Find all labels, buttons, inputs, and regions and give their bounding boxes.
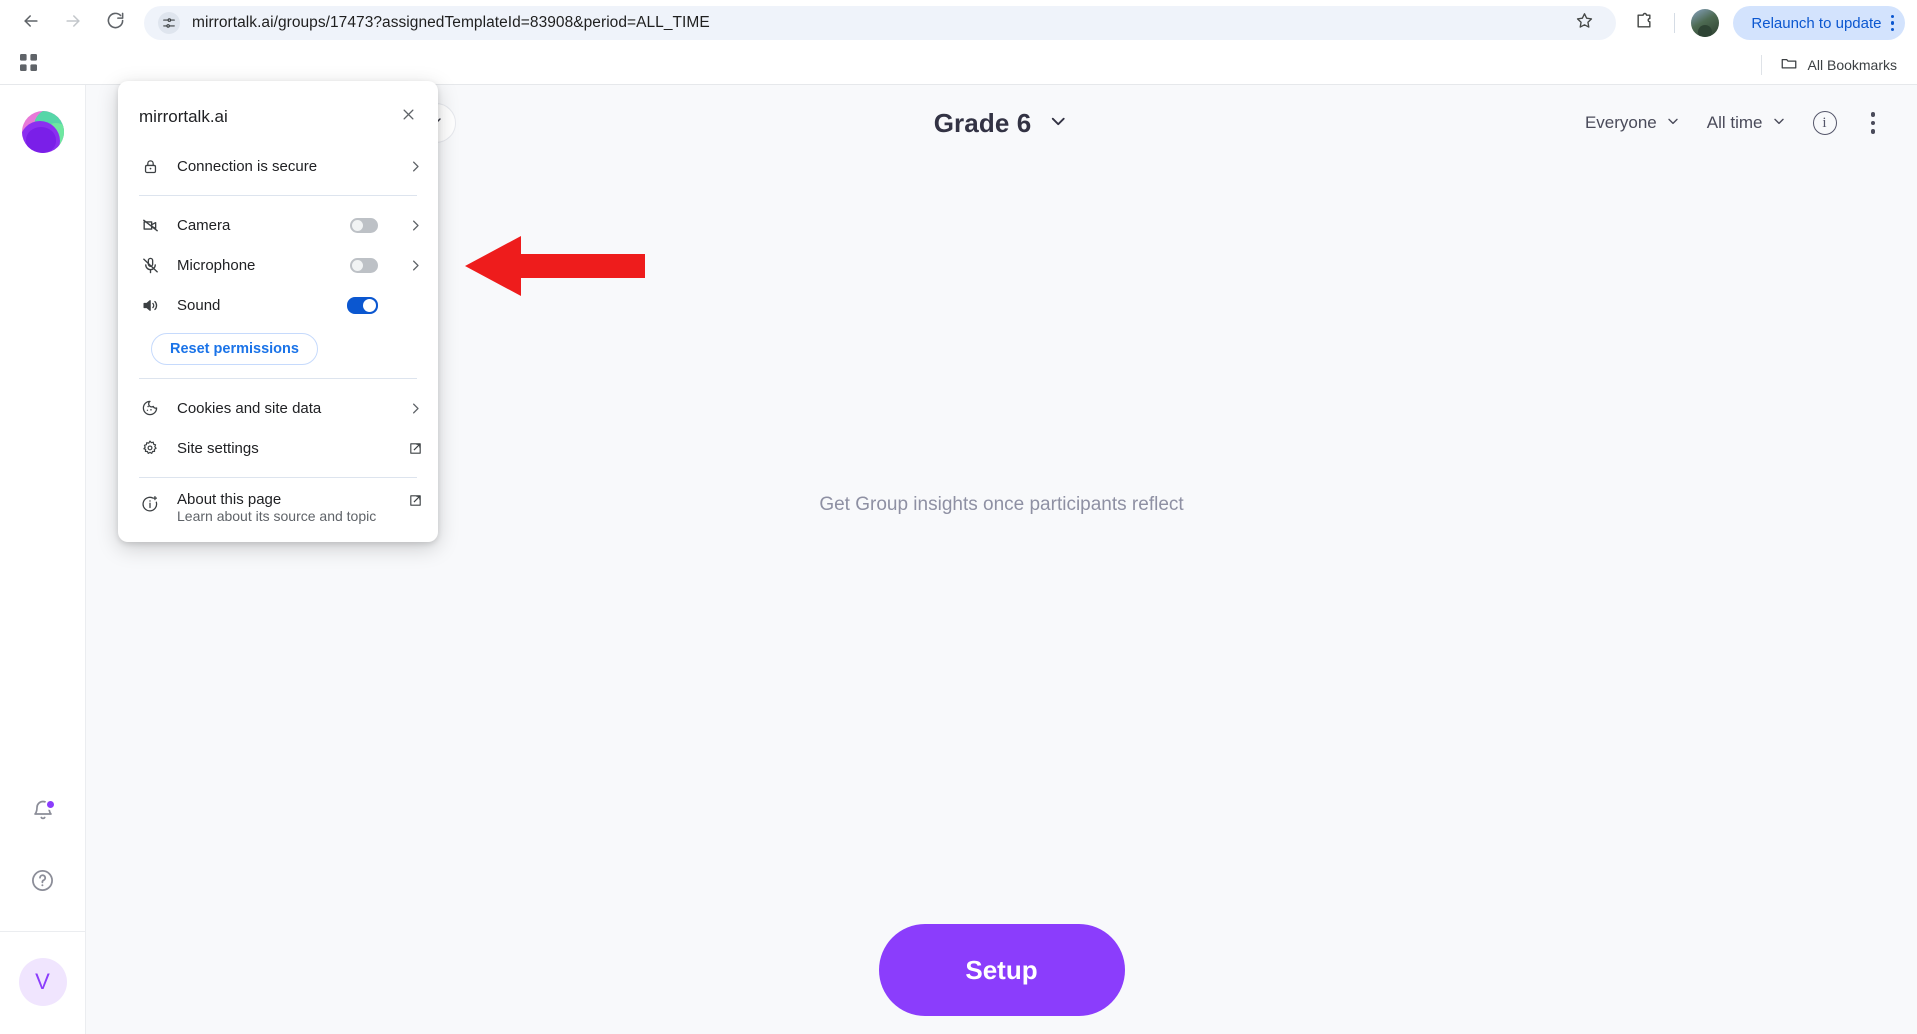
chevron-down-icon [1665,113,1681,134]
camera-off-icon [139,214,161,236]
cookies-label: Cookies and site data [177,399,322,417]
audience-filter-dropdown[interactable]: Everyone [1585,113,1681,134]
popup-divider [139,195,417,196]
sidebar-divider [0,931,85,932]
close-button[interactable] [393,102,423,132]
permission-row-sound[interactable]: Sound [119,285,437,325]
page-title: Grade 6 [933,107,1032,138]
mirrortalk-logo-sphere[interactable] [21,111,64,153]
browser-toolbar: mirrortalk.ai/groups/17473?assignedTempl… [0,0,1917,46]
puzzle-piece-icon [1634,11,1654,36]
about-text-group: About this page Learn about its source a… [177,491,392,525]
permission-toggle-sound[interactable] [347,296,378,314]
about-this-page-title: About this page [177,491,282,508]
permission-label-microphone: Microphone [177,256,256,274]
reset-permissions-button[interactable]: Reset permissions [151,333,318,365]
popup-site-title: mirrortalk.ai [139,107,228,126]
toolbar-divider [1674,13,1676,33]
site-settings-tune-icon[interactable] [158,12,180,34]
site-settings-row[interactable]: Site settings [119,428,437,468]
folder-icon [1780,54,1798,77]
permission-row-microphone[interactable]: Microphone [119,245,437,285]
red-pointer-arrow [465,235,645,302]
permission-label-camera: Camera [177,216,231,234]
url-text: mirrortalk.ai/groups/17473?assignedTempl… [192,14,710,31]
back-arrow-icon [21,11,41,36]
lock-icon [139,155,161,177]
notification-badge-dot [44,799,56,810]
chevron-right-icon [408,401,423,416]
permission-toggle-camera[interactable] [350,217,378,233]
profile-avatar-icon [1691,9,1720,37]
chevron-right-icon[interactable] [408,258,423,273]
sidebar-item-notifications[interactable] [21,791,65,835]
help-circle-icon [30,868,55,898]
about-this-page-row[interactable]: About this page Learn about its source a… [119,487,437,531]
chevron-down-icon [1771,113,1787,134]
all-bookmarks-label[interactable]: All Bookmarks [1808,57,1897,73]
microphone-off-icon [139,254,161,276]
apps-grid-icon [19,54,37,76]
chevron-right-icon[interactable] [408,218,423,233]
period-filter-dropdown[interactable]: All time [1707,113,1787,134]
reload-button[interactable] [96,4,134,42]
close-icon [401,107,416,127]
site-settings-label: Site settings [177,439,259,457]
popup-divider [139,477,417,478]
sound-on-icon [139,294,161,316]
extensions-button[interactable] [1626,5,1662,41]
page-title-group[interactable]: Grade 6 [934,108,1070,139]
star-icon [1575,11,1594,35]
period-filter-label: All time [1706,113,1763,132]
bookmarks-bar: All Bookmarks [0,46,1917,85]
reload-icon [106,11,125,35]
more-options-button[interactable] [1863,108,1884,138]
apps-shortcut-button[interactable] [10,47,46,83]
forward-arrow-icon [63,11,83,36]
cookies-and-site-data-row[interactable]: Cookies and site data [119,388,437,428]
sidebar-item-help[interactable] [21,861,65,905]
address-bar[interactable]: mirrortalk.ai/groups/17473?assignedTempl… [144,5,1617,41]
avatar[interactable]: V [18,958,67,1006]
back-button[interactable] [12,4,50,42]
external-link-icon [408,441,423,456]
about-this-page-subtitle: Learn about its source and topic [177,508,377,524]
bookmark-star-button[interactable] [1566,5,1602,41]
avatar-initial: V [35,969,50,994]
connection-security-label: Connection is secure [177,157,318,175]
popup-divider [139,378,417,379]
gear-icon [139,437,161,459]
relaunch-label: Relaunch to update [1751,14,1882,32]
app-body: V Grade 6 Everyone All time i Get Group … [0,81,1917,1034]
profile-button[interactable] [1687,5,1723,41]
left-sidebar: V [0,85,86,1034]
site-information-popup: mirrortalk.ai Connection is secure Camer… [118,81,438,542]
chevron-down-icon[interactable] [1047,110,1069,137]
audience-filter-label: Everyone [1584,113,1657,132]
empty-state-message: Get Group insights once participants ref… [819,494,1184,515]
info-circle-icon[interactable]: i [1812,111,1837,135]
forward-button[interactable] [54,4,92,42]
reset-permissions-wrap: Reset permissions [119,325,437,369]
info-sparkle-icon [139,493,161,515]
permission-label-sound: Sound [177,296,221,314]
connection-security-row[interactable]: Connection is secure [119,146,437,186]
permission-row-camera[interactable]: Camera [119,205,437,245]
cookie-icon [139,397,161,419]
bookmarks-divider [1760,55,1762,75]
permission-toggle-microphone[interactable] [350,257,378,273]
relaunch-to-update-button[interactable]: Relaunch to update [1733,6,1905,40]
external-link-icon [408,493,423,508]
popup-header: mirrortalk.ai [119,96,437,146]
three-dot-menu-icon[interactable] [1890,14,1894,32]
header-controls: Everyone All time i [1585,108,1891,138]
setup-button[interactable]: Setup [878,924,1125,1016]
chevron-right-icon [408,159,423,174]
